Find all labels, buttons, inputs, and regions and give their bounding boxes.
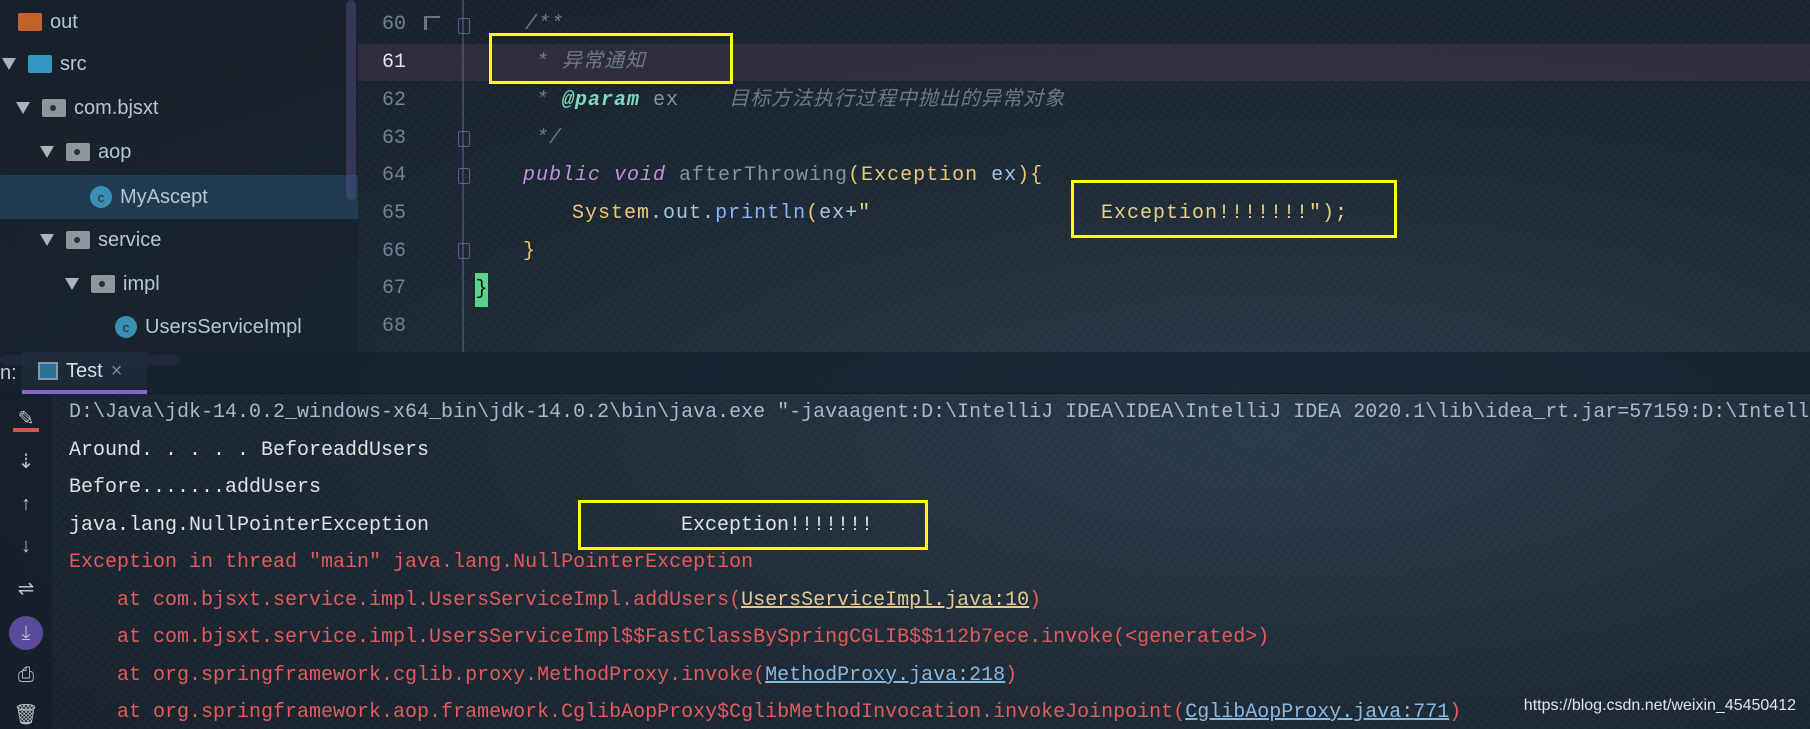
line-number: 67 bbox=[381, 277, 406, 300]
tree-item-impl[interactable]: impl bbox=[0, 262, 358, 306]
highlight-box bbox=[489, 33, 733, 84]
package-icon bbox=[91, 275, 115, 293]
console-error-line: Exception in thread "main" java.lang.Nul… bbox=[69, 551, 754, 574]
matched-brace: } bbox=[475, 273, 488, 307]
stack-frame: at com.bjsxt.service.impl.UsersServiceIm… bbox=[69, 626, 1270, 649]
line-number: 68 bbox=[381, 315, 406, 338]
console-output[interactable]: ✎ ⇣ ↑ ↓ ⇌ ⤓ ⎙ 🗑 D:\Java\jdk-14.0.2_windo… bbox=[0, 394, 1810, 729]
tab-test[interactable]: Test × bbox=[22, 352, 147, 394]
folder-icon bbox=[18, 13, 42, 31]
package-icon bbox=[42, 99, 66, 117]
source-link[interactable]: MethodProxy.java:218 bbox=[765, 664, 1005, 687]
fold-icon[interactable] bbox=[458, 243, 470, 259]
tree-vertical-scrollbar[interactable] bbox=[346, 0, 356, 200]
scroll-to-end-icon[interactable]: ⤓ bbox=[9, 616, 43, 650]
line-number: 60 bbox=[381, 13, 406, 36]
stack-frame: at org.springframework.aop.framework.Cgl… bbox=[69, 701, 1462, 724]
line-number: 63 bbox=[381, 127, 406, 150]
code-line-63: */ bbox=[536, 127, 563, 150]
console-line: D:\Java\jdk-14.0.2_windows-x64_bin\jdk-1… bbox=[69, 401, 1810, 424]
console-line: Before.......addUsers bbox=[69, 476, 322, 499]
class-icon: c bbox=[90, 186, 112, 208]
console-line: java.lang.NullPointerException bbox=[69, 514, 430, 537]
tree-item-usersserviceimpl[interactable]: c UsersServiceImpl bbox=[0, 305, 358, 349]
line-number: 66 bbox=[381, 240, 406, 263]
highlight-box bbox=[578, 500, 928, 550]
soft-wrap-icon[interactable]: ⇌ bbox=[13, 576, 39, 602]
print-icon[interactable]: ⎙ bbox=[13, 662, 39, 688]
source-link[interactable]: CglibAopProxy.java:771 bbox=[1185, 701, 1449, 724]
tree-item-aop[interactable]: aop bbox=[0, 130, 358, 174]
run-label: n: bbox=[0, 362, 17, 384]
fold-icon[interactable] bbox=[458, 18, 470, 34]
sort-down-icon[interactable]: ⇣ bbox=[13, 449, 39, 475]
tree-item-myascept[interactable]: c MyAscept bbox=[0, 175, 358, 219]
project-tree: out src com.bjsxt aop c MyAscept service… bbox=[0, 0, 358, 352]
tree-item-service[interactable]: service bbox=[0, 218, 358, 262]
expand-arrow-icon[interactable] bbox=[16, 102, 30, 114]
highlight-box bbox=[1071, 180, 1397, 238]
tree-item-src[interactable]: src bbox=[0, 42, 358, 86]
code-line-64: public void afterThrowing(Exception ex){ bbox=[523, 164, 1044, 187]
arrow-down-icon[interactable]: ↓ bbox=[13, 533, 39, 559]
run-tool-window-header: n: Test × bbox=[0, 352, 1810, 394]
close-tab-icon[interactable]: × bbox=[111, 360, 123, 383]
package-icon bbox=[66, 231, 90, 249]
code-line-65: System.out.println(ex+" bbox=[572, 202, 872, 225]
line-number: 64 bbox=[381, 164, 406, 187]
line-number: 61 bbox=[381, 51, 406, 74]
implements-gutter-icon[interactable] bbox=[424, 16, 440, 30]
package-icon bbox=[66, 143, 90, 161]
clear-icon[interactable]: ✎ bbox=[13, 406, 39, 432]
line-number: 62 bbox=[381, 89, 406, 112]
console-icon bbox=[38, 362, 58, 380]
folder-icon bbox=[28, 55, 52, 73]
code-line-62: * @param ex 目标方法执行过程中抛出的异常对象 bbox=[536, 89, 1066, 112]
tree-item-com-bjsxt[interactable]: com.bjsxt bbox=[0, 86, 358, 130]
stack-frame: at com.bjsxt.service.impl.UsersServiceIm… bbox=[69, 589, 1042, 612]
expand-arrow-icon[interactable] bbox=[40, 146, 54, 158]
console-line: Around. . . . . BeforeaddUsers bbox=[69, 439, 430, 462]
code-line-66: } bbox=[523, 240, 537, 263]
tree-item-out[interactable]: out bbox=[0, 0, 358, 44]
expand-arrow-icon[interactable] bbox=[2, 58, 16, 70]
watermark: https://blog.csdn.net/weixin_45450412 bbox=[1523, 697, 1796, 714]
expand-arrow-icon[interactable] bbox=[40, 234, 54, 246]
fold-icon[interactable] bbox=[458, 168, 470, 184]
class-icon: c bbox=[115, 316, 137, 338]
console-toolbar: ✎ ⇣ ↑ ↓ ⇌ ⤓ ⎙ 🗑 bbox=[0, 394, 52, 729]
expand-arrow-icon[interactable] bbox=[65, 278, 79, 290]
stack-frame: at org.springframework.cglib.proxy.Metho… bbox=[69, 664, 1018, 687]
line-number: 65 bbox=[381, 202, 406, 225]
arrow-up-icon[interactable]: ↑ bbox=[13, 491, 39, 517]
source-link[interactable]: UsersServiceImpl.java:10 bbox=[741, 589, 1029, 612]
trash-icon[interactable]: 🗑 bbox=[13, 702, 39, 728]
fold-icon[interactable] bbox=[458, 131, 470, 147]
gutter-divider bbox=[462, 0, 464, 352]
